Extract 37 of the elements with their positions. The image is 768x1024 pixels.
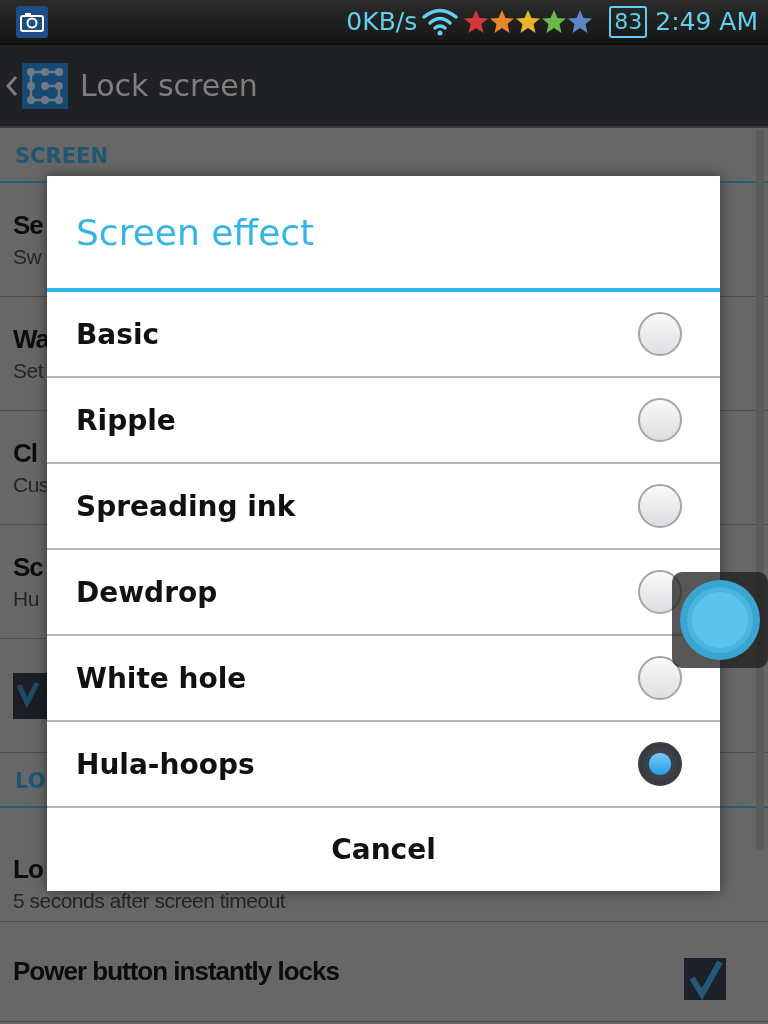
network-speed: 0KB/s [346,7,418,36]
back-chevron-icon[interactable] [6,74,18,97]
setting-summary: 5 seconds after screen timeout [13,889,286,913]
grid-pattern-icon [22,62,68,109]
wifi-icon [421,6,460,37]
setting-title: Sc [13,552,43,583]
radio-button[interactable] [638,398,682,442]
setting-title: Power button instantly locks [13,956,339,987]
setting-summary: Set [13,359,44,383]
checkbox[interactable] [684,958,726,1000]
setting-summary: Cus [13,473,49,497]
effect-option[interactable]: Spreading ink [47,464,720,550]
cancel-button[interactable]: Cancel [47,808,720,891]
battery-indicator: 83 [609,5,648,38]
camera-app-icon[interactable] [16,5,48,38]
option-label: Dewdrop [76,575,218,609]
dialog-title: Screen effect [47,176,720,292]
clock: 2:49 AM [655,7,758,36]
option-label: Spreading ink [76,489,296,523]
option-label: Basic [76,317,160,351]
radio-button[interactable] [638,312,682,356]
radio-button[interactable] [638,656,682,700]
radio-button[interactable] [638,484,682,528]
setting-summary: Hu [13,587,39,611]
screen-title: Lock screen [80,68,258,103]
setting-summary: Sw [13,245,42,269]
radio-button[interactable] [638,742,682,786]
option-label: Ripple [76,403,176,437]
option-label: White hole [76,661,247,695]
floating-quick-menu[interactable] [672,572,768,668]
setting-title: Se [13,210,43,241]
widget-icon [13,672,47,719]
setting-title: Wa [13,324,50,355]
effect-option[interactable]: Basic [47,292,720,378]
setting-title: Cl [13,438,37,469]
setting-title: Lo [13,854,43,885]
effect-option[interactable]: Ripple [47,378,720,464]
